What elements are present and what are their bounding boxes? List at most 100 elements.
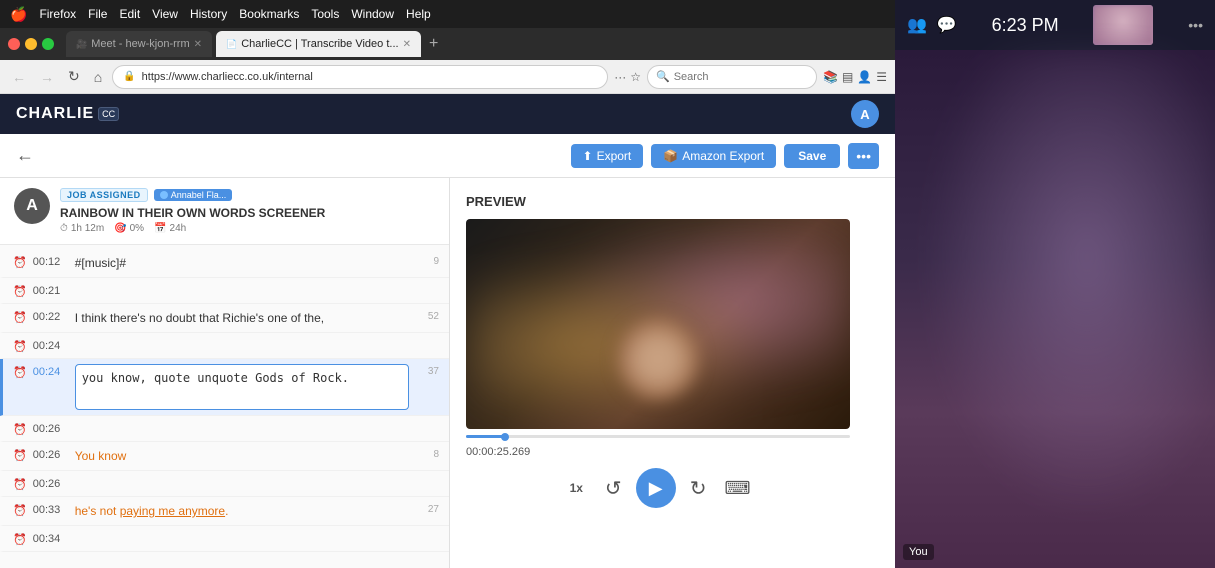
transcript-row: ⏰ 00:24 xyxy=(0,333,449,359)
save-button[interactable]: Save xyxy=(784,144,840,168)
reload-button[interactable]: ↻ xyxy=(64,66,84,87)
app-header: CHARLIE CC A xyxy=(0,94,895,134)
tab-bar: 🎥 Meet - hew-kjon-rrm ✕ 📄 CharlieCC | Tr… xyxy=(0,28,895,60)
timeline-bar xyxy=(466,435,850,438)
meeting-participant-label: You xyxy=(903,544,934,560)
time-code-2: 00:22 xyxy=(33,311,69,323)
export-button[interactable]: ⬆ Export xyxy=(571,144,644,168)
badge-assignee: Annabel Fla... xyxy=(154,189,233,201)
job-title: RAINBOW IN THEIR OWN WORDS SCREENER xyxy=(60,206,435,220)
amazon-export-button[interactable]: 📦 Amazon Export xyxy=(651,144,776,168)
meta-duration-value: 1h 12m xyxy=(71,223,104,234)
back-button[interactable]: ← xyxy=(16,145,34,166)
os-menu-edit[interactable]: Edit xyxy=(119,7,140,21)
badge-job-assigned: JOB ASSIGNED xyxy=(60,188,148,202)
clock-icon-7: ⏰ xyxy=(13,478,27,491)
play-button[interactable]: ▶ xyxy=(636,468,676,508)
time-code-0: 00:12 xyxy=(33,256,69,268)
progress-fill xyxy=(466,435,504,438)
job-info: JOB ASSIGNED Annabel Fla... RAINBOW IN T… xyxy=(60,188,435,234)
lock-icon: 🔒 xyxy=(123,71,135,82)
char-count-2: 52 xyxy=(415,311,439,322)
os-menu-view[interactable]: View xyxy=(152,7,178,21)
transcript-row: ⏰ 00:26 You know 8 xyxy=(0,442,449,471)
video-preview xyxy=(466,219,850,429)
window-maximize-btn[interactable] xyxy=(42,38,54,50)
meeting-icons: 👥 💬 xyxy=(907,15,957,35)
library-button[interactable]: 📚 xyxy=(823,70,838,84)
tab-meet[interactable]: 🎥 Meet - hew-kjon-rrm ✕ xyxy=(66,31,212,57)
time-code-1: 00:21 xyxy=(33,285,69,297)
meeting-video-bg xyxy=(895,50,1215,568)
sidebar-toggle-button[interactable]: ▤ xyxy=(842,70,853,84)
clock-icon-5: ⏰ xyxy=(13,423,27,436)
time-code-5: 00:26 xyxy=(33,423,69,435)
cc-badge: CC xyxy=(98,107,119,121)
export-icon: ⬆ xyxy=(583,149,593,163)
assignee-dot xyxy=(160,191,168,199)
time-code-8: 00:33 xyxy=(33,504,69,516)
browser-search-bar[interactable]: 🔍 xyxy=(647,65,817,89)
charlie-logo: CHARLIE CC xyxy=(16,105,119,123)
apple-icon[interactable]: 🍎 xyxy=(10,6,27,23)
menu-button[interactable]: ☰ xyxy=(876,70,887,84)
playback-controls: 1x ↺ ▶ ↻ ⌨ xyxy=(466,468,850,508)
more-button[interactable]: ••• xyxy=(848,143,879,169)
meta-percent-value: 0% xyxy=(130,223,144,234)
tab-meet-label: Meet - hew-kjon-rrm xyxy=(91,38,189,50)
os-menu-tools[interactable]: Tools xyxy=(311,7,339,21)
charlie-logo-text: CHARLIE xyxy=(16,105,94,123)
toolbar: ← ⬆ Export 📦 Amazon Export Save ••• xyxy=(0,134,895,178)
speed-button[interactable]: 1x xyxy=(562,477,591,499)
clock-icon-1: ⏰ xyxy=(13,285,27,298)
meeting-more-button[interactable]: ••• xyxy=(1188,17,1203,33)
new-tab-button[interactable]: + xyxy=(425,35,442,53)
forward-nav-button[interactable]: → xyxy=(36,67,58,87)
window-minimize-btn[interactable] xyxy=(25,38,37,50)
transcript-text-2: I think there's no doubt that Richie's o… xyxy=(75,309,409,327)
search-input[interactable] xyxy=(674,71,784,83)
os-menu-file[interactable]: File xyxy=(88,7,107,21)
sync-button[interactable]: 👤 xyxy=(857,70,872,84)
time-code-3: 00:24 xyxy=(33,340,69,352)
tab-charlie-close[interactable]: ✕ xyxy=(403,39,411,50)
preview-label: PREVIEW xyxy=(466,194,879,209)
meeting-video-area: You xyxy=(895,50,1215,568)
home-button[interactable]: ⌂ xyxy=(90,67,106,87)
transcript-input-active[interactable]: you know, quote unquote Gods of Rock. xyxy=(75,364,409,410)
tab-charlie-label: CharlieCC | Transcribe Video t... xyxy=(241,38,398,50)
rewind-button[interactable]: ↺ xyxy=(601,472,626,505)
meeting-time: 6:23 PM xyxy=(992,15,1059,36)
window-controls xyxy=(8,38,54,50)
clock-icon-0: ⏰ xyxy=(13,256,27,269)
forward-button[interactable]: ↻ xyxy=(686,472,711,505)
header-avatar[interactable]: A xyxy=(851,100,879,128)
tab-charlie[interactable]: 📄 CharlieCC | Transcribe Video t... ✕ xyxy=(216,31,421,57)
char-count-4: 37 xyxy=(415,366,439,377)
transcript-row: ⏰ 00:21 xyxy=(0,278,449,304)
job-header: A JOB ASSIGNED Annabel Fla... RAINBOW IN… xyxy=(0,178,449,245)
os-menu-help[interactable]: Help xyxy=(406,7,431,21)
os-menu-window[interactable]: Window xyxy=(351,7,394,21)
job-avatar: A xyxy=(14,188,50,224)
meta-deadline-value: 24h xyxy=(170,223,187,234)
progress-line[interactable] xyxy=(466,435,850,438)
meta-percent: 🎯 0% xyxy=(114,223,144,234)
back-nav-button[interactable]: ← xyxy=(8,67,30,87)
play-icon: ▶ xyxy=(649,478,663,499)
window-close-btn[interactable] xyxy=(8,38,20,50)
tab-meet-close[interactable]: ✕ xyxy=(194,39,202,50)
char-count-8: 27 xyxy=(415,504,439,515)
bookmark-button[interactable]: ☆ xyxy=(630,70,641,84)
os-menu-history[interactable]: History xyxy=(190,7,227,21)
transcript-list: ⏰ 00:12 #[music]# 9 ⏰ 00:21 xyxy=(0,245,449,568)
char-count-6: 8 xyxy=(415,449,439,460)
os-menu-bookmarks[interactable]: Bookmarks xyxy=(239,7,299,21)
extensions-button[interactable]: ··· xyxy=(614,70,626,84)
url-text: https://www.charliecc.co.uk/internal xyxy=(142,71,313,83)
os-menu-firefox[interactable]: Firefox xyxy=(39,7,76,21)
keyboard-button[interactable]: ⌨ xyxy=(720,474,754,503)
url-bar[interactable]: 🔒 https://www.charliecc.co.uk/internal xyxy=(112,65,608,89)
transcript-row-active[interactable]: ⏰ 00:24 you know, quote unquote Gods of … xyxy=(0,359,449,416)
transcript-row: ⏰ 00:12 #[music]# 9 xyxy=(0,249,449,278)
